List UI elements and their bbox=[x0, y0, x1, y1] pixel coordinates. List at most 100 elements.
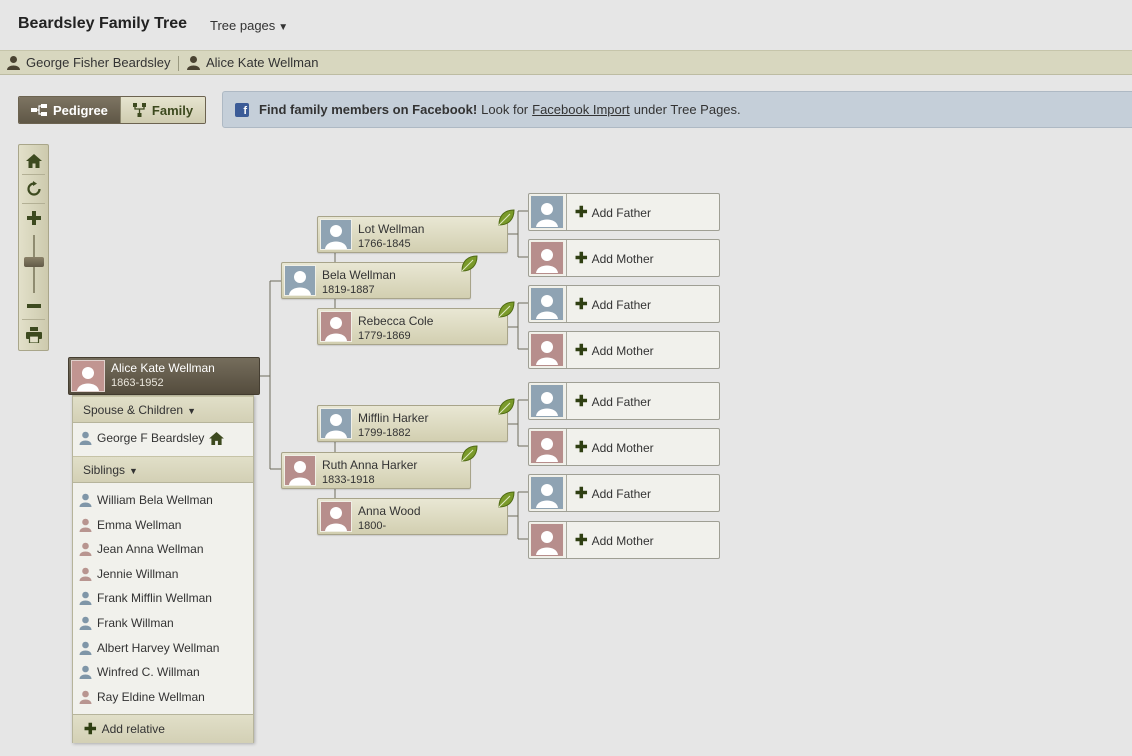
female-avatar bbox=[530, 430, 564, 464]
sibling-name: Frank Willman bbox=[97, 616, 174, 630]
male-silhouette-icon bbox=[536, 484, 558, 508]
person-name: Lot Wellman bbox=[358, 222, 425, 236]
add-father-card[interactable]: ✚ Add Father bbox=[528, 382, 720, 420]
mother-card[interactable]: Ruth Anna Harker 1833-1918 bbox=[281, 445, 478, 489]
father-card[interactable]: Bela Wellman 1819-1887 bbox=[281, 255, 478, 299]
hint-leaf-icon[interactable] bbox=[497, 301, 515, 319]
sibling-item[interactable]: Albert Harvey Wellman bbox=[79, 641, 219, 655]
sibling-name: Ray Eldine Wellman bbox=[97, 689, 205, 704]
siblings-header[interactable]: Siblings ▼ bbox=[73, 456, 253, 483]
spouse-name: George F Beardsley bbox=[97, 431, 205, 445]
male-silhouette-icon bbox=[536, 203, 558, 227]
add-father-card[interactable]: ✚ Add Father bbox=[528, 285, 720, 323]
add-mother-label-group: ✚ Add Mother bbox=[575, 251, 654, 266]
root-person-name: Alice Kate Wellman bbox=[111, 361, 215, 375]
divider bbox=[566, 522, 567, 558]
male-silhouette-icon bbox=[325, 414, 347, 438]
add-mother-card[interactable]: ✚ Add Mother bbox=[528, 331, 720, 369]
add-father-label-group: ✚ Add Father bbox=[575, 205, 651, 220]
hint-leaf-icon[interactable] bbox=[497, 398, 515, 416]
sibling-name: Winfred C. Willman bbox=[97, 665, 200, 680]
female-silhouette-icon bbox=[325, 317, 347, 341]
male-avatar bbox=[530, 384, 564, 418]
female-silhouette-icon bbox=[325, 507, 347, 531]
hint-leaf-icon[interactable] bbox=[460, 445, 478, 463]
maternal-grandmother-card[interactable]: Anna Wood 1800- bbox=[317, 491, 515, 535]
female-person-icon bbox=[79, 567, 92, 581]
male-person-icon bbox=[79, 641, 92, 655]
divider bbox=[566, 286, 567, 322]
sibling-item[interactable]: Frank Willman bbox=[79, 616, 174, 630]
spouse-item[interactable]: George F Beardsley bbox=[79, 431, 225, 445]
sibling-name: Emma Wellman bbox=[97, 517, 182, 532]
male-avatar bbox=[530, 195, 564, 229]
male-silhouette-icon bbox=[536, 392, 558, 416]
add-mother-label: Add Mother bbox=[591, 343, 654, 358]
person-dates: 1766-1845 bbox=[358, 238, 411, 250]
male-person-icon bbox=[79, 665, 92, 680]
female-silhouette-icon bbox=[77, 367, 99, 391]
home-icon bbox=[209, 431, 225, 445]
hint-leaf-icon[interactable] bbox=[460, 255, 478, 273]
add-father-card[interactable]: ✚ Add Father bbox=[528, 474, 720, 512]
male-person-icon bbox=[79, 616, 92, 630]
add-mother-label-group: ✚ Add Mother bbox=[575, 343, 654, 358]
sibling-item[interactable]: Emma Wellman bbox=[79, 518, 181, 532]
add-mother-label: Add Mother bbox=[591, 533, 654, 548]
divider bbox=[566, 429, 567, 465]
add-mother-card[interactable]: ✚ Add Mother bbox=[528, 428, 720, 466]
add-relative-button[interactable]: ✚ Add relative bbox=[73, 714, 253, 743]
sibling-item[interactable]: Frank Mifflin Wellman bbox=[79, 591, 212, 606]
sibling-item[interactable]: William Bela Wellman bbox=[79, 493, 213, 507]
person-name: Bela Wellman bbox=[322, 268, 396, 282]
add-father-card[interactable]: ✚ Add Father bbox=[528, 193, 720, 231]
add-mother-label-group: ✚ Add Mother bbox=[575, 440, 654, 455]
add-relative-label: Add relative bbox=[101, 722, 165, 736]
paternal-grandfather-card[interactable]: Lot Wellman 1766-1845 bbox=[317, 209, 515, 253]
siblings-label: Siblings bbox=[83, 463, 126, 477]
male-avatar bbox=[530, 287, 564, 321]
female-person-icon bbox=[79, 690, 92, 704]
person-name: Ruth Anna Harker bbox=[322, 458, 418, 472]
sibling-name: William Bela Wellman bbox=[97, 493, 213, 507]
person-dates: 1800- bbox=[358, 520, 387, 532]
sibling-item[interactable]: Jennie Willman bbox=[79, 567, 178, 581]
add-father-label: Add Father bbox=[591, 394, 651, 409]
paternal-grandmother-card[interactable]: Rebecca Cole 1779-1869 bbox=[317, 301, 515, 345]
male-silhouette-icon bbox=[325, 225, 347, 249]
add-mother-card[interactable]: ✚ Add Mother bbox=[528, 239, 720, 277]
caret-down-icon: ▼ bbox=[129, 466, 138, 476]
maternal-grandfather-card[interactable]: Mifflin Harker 1799-1882 bbox=[317, 398, 515, 442]
add-father-label: Add Father bbox=[591, 205, 651, 220]
hint-leaf-icon[interactable] bbox=[497, 491, 515, 509]
sibling-item[interactable]: Winfred C. Willman bbox=[79, 665, 200, 680]
plus-icon: ✚ bbox=[575, 204, 588, 221]
person-name: Anna Wood bbox=[358, 504, 421, 518]
person-dates: 1833-1918 bbox=[322, 474, 375, 486]
female-avatar bbox=[530, 523, 564, 557]
spouse-children-header[interactable]: Spouse & Children ▼ bbox=[73, 396, 253, 423]
divider bbox=[566, 194, 567, 230]
female-avatar bbox=[284, 455, 316, 486]
female-avatar bbox=[530, 333, 564, 367]
hint-leaf-icon[interactable] bbox=[497, 209, 515, 227]
person-dates: 1799-1882 bbox=[358, 427, 411, 439]
plus-icon: ✚ bbox=[575, 532, 588, 549]
add-father-label: Add Father bbox=[591, 297, 651, 312]
add-mother-card[interactable]: ✚ Add Mother bbox=[528, 521, 720, 559]
female-silhouette-icon bbox=[289, 461, 311, 485]
sibling-name: Jean Anna Wellman bbox=[97, 542, 204, 557]
sibling-name: Albert Harvey Wellman bbox=[97, 640, 220, 655]
root-person-dates: 1863-1952 bbox=[111, 377, 164, 389]
male-silhouette-icon bbox=[289, 271, 311, 295]
male-silhouette-icon bbox=[536, 295, 558, 319]
male-person-icon bbox=[79, 592, 92, 606]
sibling-item[interactable]: Ray Eldine Wellman bbox=[79, 690, 205, 704]
add-father-label: Add Father bbox=[591, 486, 651, 501]
person-dates: 1819-1887 bbox=[322, 284, 375, 296]
root-person-card[interactable]: Alice Kate Wellman 1863-1952 bbox=[68, 357, 260, 395]
female-silhouette-icon bbox=[536, 531, 558, 555]
female-avatar bbox=[320, 501, 352, 532]
sibling-item[interactable]: Jean Anna Wellman bbox=[79, 542, 204, 557]
add-mother-label: Add Mother bbox=[591, 440, 654, 455]
